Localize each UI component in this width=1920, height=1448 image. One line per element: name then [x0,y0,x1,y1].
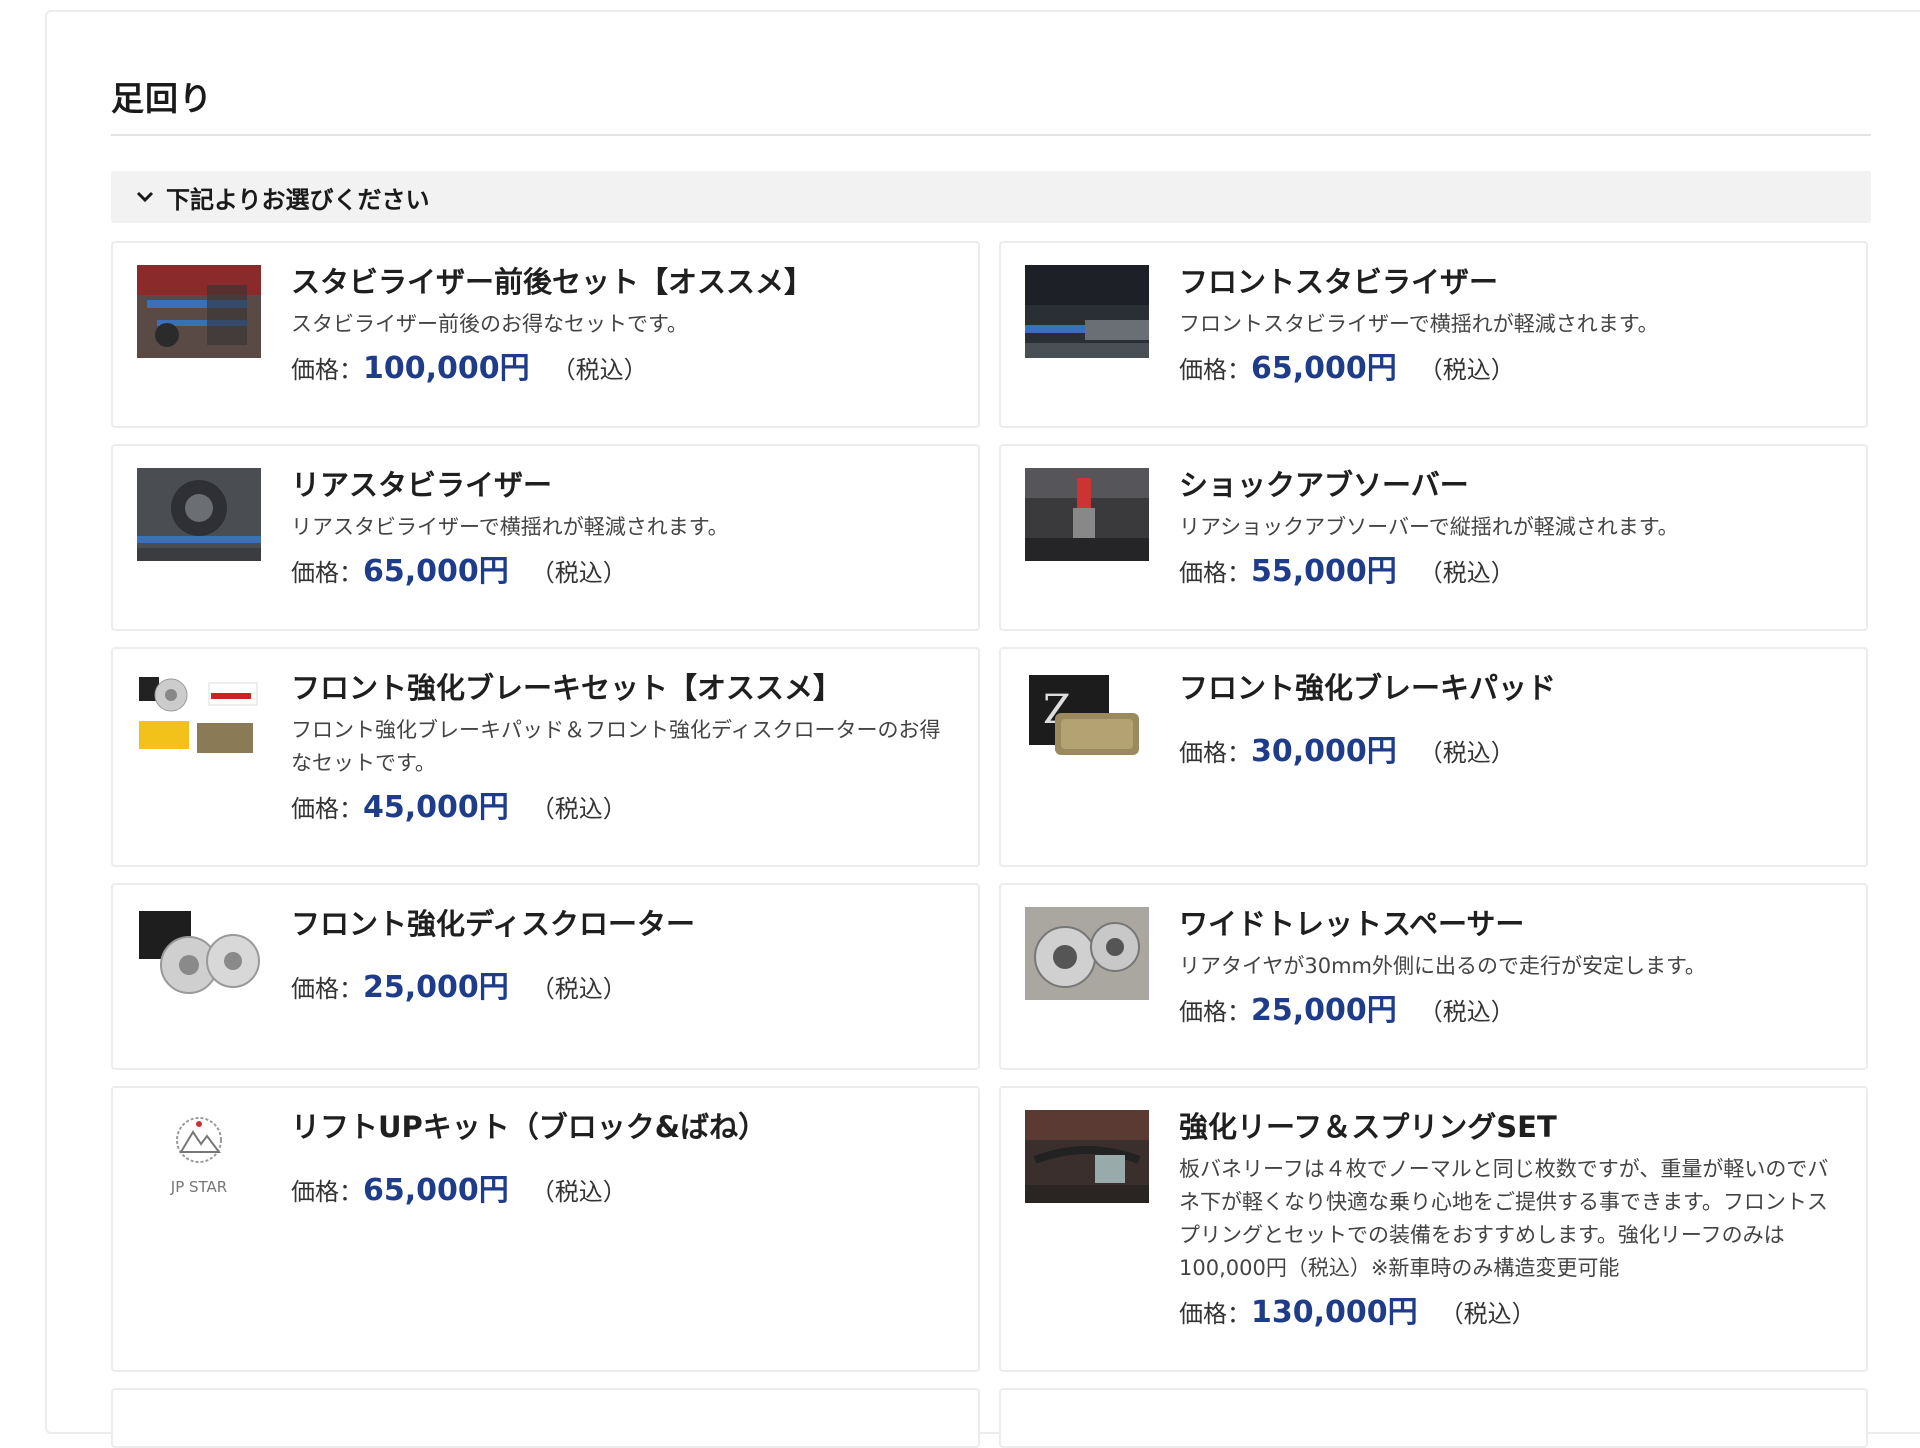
product-card[interactable]: JP STAR リフトUPキット（ブロック&ばね） 価格：65,000円 （税込） [111,1086,980,1372]
tax-label: （税込） [530,559,627,587]
product-price: 価格：25,000円 （税込） [291,968,952,1009]
leaf-spring-photo-icon [1025,1110,1149,1203]
product-price: 価格：65,000円 （税込） [291,1171,952,1212]
product-name: リアスタビライザー [291,468,553,502]
product-description: フロントスタビライザーで横揺れが軽減されます。 [1179,312,1659,336]
product-card[interactable]: リアスタビライザー リアスタビライザーで横揺れが軽減されます。 価格：65,00… [111,444,980,631]
product-name: リフトUPキット（ブロック&ばね） [291,1110,768,1144]
product-description: 板バネリーフは４枚でノーマルと同じ枚数ですが、重量が軽いのでバネ下が軽くなり快適… [1179,1157,1829,1280]
price-label: 価格： [291,559,363,587]
product-name: フロント強化ブレーキパッド [1179,671,1557,705]
product-name: フロント強化ブレーキセット【オススメ】 [291,671,843,705]
product-card[interactable]: フロントスタビライザー フロントスタビライザーで横揺れが軽減されます。 価格：6… [999,241,1868,428]
shock-absorber-photo-icon [1025,468,1149,561]
price-value: 45,000円 [363,790,509,825]
wheel-spacer-photo-icon [1025,907,1149,1000]
brake-pad-photo-icon: Z [1025,671,1149,764]
tax-label: （税込） [1418,998,1515,1026]
product-price: 価格：30,000円 （税込） [1179,732,1840,773]
price-label: 価格： [291,1178,363,1206]
title-divider [111,134,1871,136]
product-price: 価格：100,000円 （税込） [291,349,952,390]
tax-label: （税込） [1418,356,1515,384]
front-stabilizer-photo-icon [1025,265,1149,358]
product-card[interactable] [111,1388,980,1448]
price-label: 価格： [1179,356,1251,384]
product-price: 価格：45,000円 （税込） [291,788,952,829]
product-name: フロントスタビライザー [1179,265,1499,299]
tax-label: （税込） [551,356,648,384]
product-price: 価格：55,000円 （税込） [1179,552,1840,593]
price-value: 65,000円 [1251,351,1397,386]
product-name: ワイドトレットスペーサー [1179,907,1525,941]
tax-label: （税込） [530,795,627,823]
disc-rotor-photo-icon [137,907,261,1000]
product-card[interactable]: フロント強化ブレーキセット【オススメ】 フロント強化ブレーキパッド＆フロント強化… [111,647,980,867]
price-value: 25,000円 [1251,993,1397,1028]
brake-set-photo-icon [137,671,261,764]
price-value: 130,000円 [1251,1295,1418,1330]
product-name: フロント強化ディスクローター [291,907,695,941]
product-name: 強化リーフ＆スプリングSET [1179,1110,1557,1144]
price-label: 価格： [291,795,363,823]
product-card[interactable]: Z フロント強化ブレーキパッド 価格：30,000円 （税込） [999,647,1868,867]
product-selector-toggle[interactable]: 下記よりお選びください [111,171,1871,223]
product-price: 価格：25,000円 （税込） [1179,991,1840,1032]
price-label: 価格： [1179,559,1251,587]
price-label: 価格： [1179,739,1251,767]
price-label: 価格： [1179,1300,1251,1328]
product-description: リアスタビライザーで横揺れが軽減されます。 [291,515,729,539]
section-title: 足回り [111,79,213,118]
price-label: 価格： [291,975,363,1003]
price-value: 65,000円 [363,554,509,589]
tax-label: （税込） [1439,1300,1536,1328]
jp-star-logo-icon: JP STAR [137,1110,261,1203]
product-name: ショックアブソーバー [1179,468,1469,502]
product-card[interactable]: フロント強化ディスクローター 価格：25,000円 （税込） [111,883,980,1070]
selector-label: 下記よりお選びください [166,185,430,214]
product-price: 価格：65,000円 （税込） [1179,349,1840,390]
product-price: 価格：130,000円 （税込） [1179,1293,1840,1334]
price-value: 100,000円 [363,351,530,386]
price-value: 55,000円 [1251,554,1397,589]
price-label: 価格： [1179,998,1251,1026]
tax-label: （税込） [1418,559,1515,587]
chevron-down-icon [136,191,162,203]
product-card[interactable]: スタビライザー前後セット【オススメ】 スタビライザー前後のお得なセットです。 価… [111,241,980,428]
product-description: スタビライザー前後のお得なセットです。 [291,312,688,336]
tax-label: （税込） [1418,739,1515,767]
price-value: 25,000円 [363,970,509,1005]
product-description: フロント強化ブレーキパッド＆フロント強化ディスクローターのお得なセットです。 [291,718,941,775]
product-name: スタビライザー前後セット【オススメ】 [291,265,814,299]
product-card[interactable]: ショックアブソーバー リアショックアブソーバーで縦揺れが軽減されます。 価格：5… [999,444,1868,631]
price-value: 30,000円 [1251,734,1397,769]
rear-stabilizer-photo-icon [137,468,261,561]
product-description: リアショックアブソーバーで縦揺れが軽減されます。 [1179,515,1679,539]
price-value: 65,000円 [363,1173,509,1208]
tax-label: （税込） [530,1178,627,1206]
stabilizer-set-photo-icon [137,265,261,358]
product-card[interactable]: ワイドトレットスペーサー リアタイヤが30mm外側に出るので走行が安定します。 … [999,883,1868,1070]
product-description: リアタイヤが30mm外側に出るので走行が安定します。 [1179,954,1706,978]
product-price: 価格：65,000円 （税込） [291,552,952,593]
product-card[interactable]: 強化リーフ＆スプリングSET 板バネリーフは４枚でノーマルと同じ枚数ですが、重量… [999,1086,1868,1372]
price-label: 価格： [291,356,363,384]
svg-text:JP STAR: JP STAR [170,1178,227,1196]
tax-label: （税込） [530,975,627,1003]
product-card[interactable] [999,1388,1868,1448]
